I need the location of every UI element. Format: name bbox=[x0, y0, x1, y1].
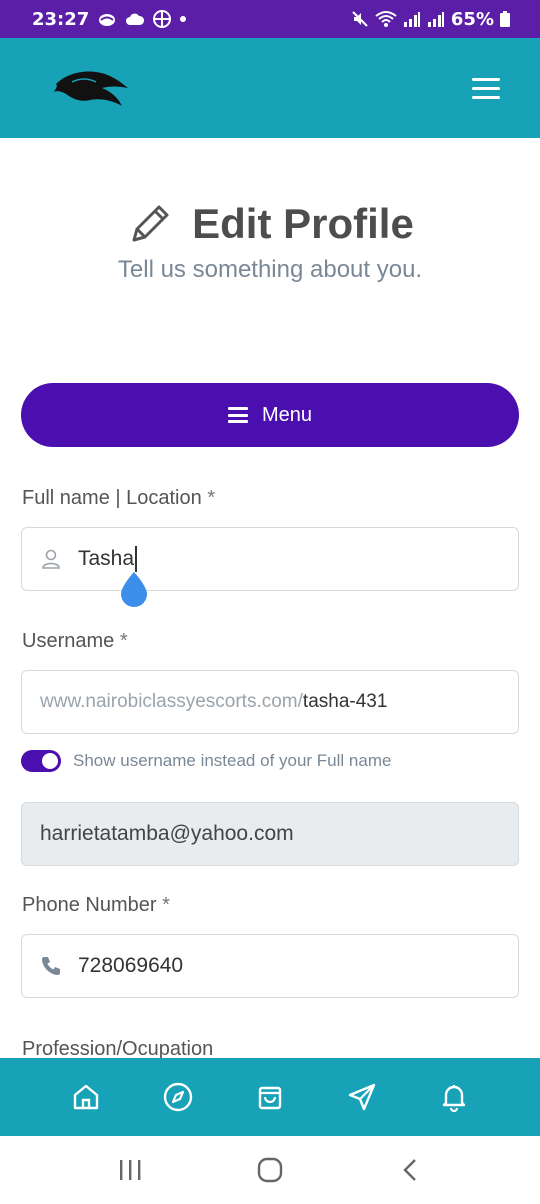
shopping-bag-icon[interactable] bbox=[253, 1080, 287, 1114]
home-icon[interactable] bbox=[69, 1080, 103, 1114]
fullname-input[interactable]: Tasha bbox=[21, 527, 519, 591]
menu-button-label: Menu bbox=[261, 403, 313, 426]
email-field: harrietatamba@yahoo.com bbox=[21, 802, 519, 866]
username-input[interactable]: www.nairobiclassyescorts.com/tasha-431 bbox=[21, 670, 519, 734]
wifi-icon bbox=[375, 10, 397, 28]
username-label: Username * bbox=[22, 630, 128, 652]
pencil-icon bbox=[126, 200, 174, 248]
recent-apps-icon[interactable] bbox=[115, 1155, 145, 1185]
username-value: tasha-431 bbox=[302, 691, 388, 712]
show-username-toggle[interactable] bbox=[21, 750, 61, 772]
phone-input[interactable]: 728069640 bbox=[21, 934, 519, 998]
battery-icon bbox=[500, 11, 510, 27]
status-bar: 23:27 65% bbox=[0, 0, 540, 38]
android-navigation-bar bbox=[0, 1136, 540, 1204]
bell-icon[interactable] bbox=[437, 1080, 471, 1114]
signal-icon-2 bbox=[427, 11, 445, 27]
home-circle-icon[interactable] bbox=[255, 1155, 285, 1185]
show-username-toggle-row: Show username instead of your Full name bbox=[21, 750, 391, 772]
page-heading: Edit Profile Tell us something about you… bbox=[0, 200, 540, 284]
signal-icon bbox=[403, 11, 421, 27]
horse-logo-icon[interactable] bbox=[52, 66, 132, 112]
user-icon bbox=[40, 548, 62, 570]
cloud-icon bbox=[125, 12, 145, 26]
menu-list-icon bbox=[227, 407, 248, 423]
app-notification-icon bbox=[153, 10, 172, 28]
status-time: 23:27 bbox=[32, 8, 90, 30]
dot-icon bbox=[179, 15, 187, 23]
mute-icon bbox=[351, 10, 369, 28]
page-subtitle: Tell us something about you. bbox=[117, 256, 423, 283]
phone-label: Phone Number * bbox=[22, 894, 170, 916]
phone-value: 728069640 bbox=[78, 954, 184, 977]
show-username-label: Show username instead of your Full name bbox=[73, 751, 392, 770]
text-cursor bbox=[135, 546, 138, 572]
compass-icon[interactable] bbox=[161, 1080, 195, 1114]
bottom-navigation bbox=[0, 1058, 540, 1136]
phone-icon bbox=[40, 955, 62, 977]
username-url-prefix: www.nairobiclassyescorts.com/ bbox=[40, 691, 303, 712]
text-selection-handle-icon[interactable] bbox=[119, 572, 149, 608]
email-value: harrietatamba@yahoo.com bbox=[40, 822, 294, 845]
page-title: Edit Profile bbox=[192, 200, 414, 247]
fullname-label: Full name | Location * bbox=[22, 487, 216, 509]
app-header bbox=[0, 38, 540, 138]
fullname-value: Tasha bbox=[78, 547, 135, 570]
back-icon[interactable] bbox=[395, 1155, 425, 1185]
menu-button[interactable]: Menu bbox=[21, 383, 519, 447]
hamburger-icon[interactable] bbox=[472, 78, 500, 100]
send-icon[interactable] bbox=[345, 1080, 379, 1114]
notification-icon bbox=[97, 11, 117, 27]
battery-percent: 65% bbox=[450, 8, 494, 30]
